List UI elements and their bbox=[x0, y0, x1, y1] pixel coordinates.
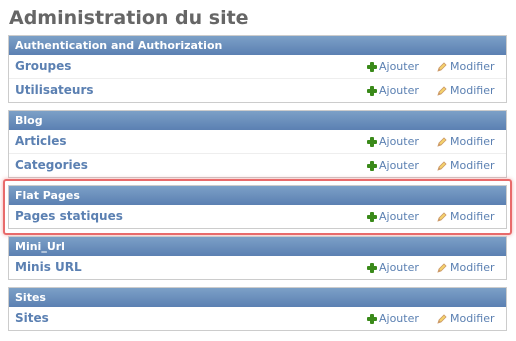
add-label: Ajouter bbox=[379, 312, 419, 325]
pencil-icon bbox=[437, 61, 447, 72]
model-link-groupes[interactable]: Groupes bbox=[15, 55, 71, 78]
plus-icon bbox=[367, 211, 377, 222]
table-row: Minis URL Ajouter Modifier bbox=[9, 256, 506, 279]
model-link-pages-statiques[interactable]: Pages statiques bbox=[15, 205, 123, 228]
model-link-articles[interactable]: Articles bbox=[15, 130, 67, 153]
add-label: Ajouter bbox=[379, 84, 419, 97]
plus-icon bbox=[367, 136, 377, 147]
table-row: Categories Ajouter Modifier bbox=[9, 154, 506, 177]
plus-icon bbox=[367, 313, 377, 324]
add-label: Ajouter bbox=[379, 159, 419, 172]
add-label: Ajouter bbox=[379, 135, 419, 148]
model-link-utilisateurs[interactable]: Utilisateurs bbox=[15, 79, 94, 102]
plus-icon bbox=[367, 160, 377, 171]
plus-icon bbox=[367, 262, 377, 273]
module-header[interactable]: Sites bbox=[9, 288, 506, 307]
module-header[interactable]: Blog bbox=[9, 111, 506, 130]
add-button[interactable]: Ajouter bbox=[367, 130, 419, 153]
change-label: Modifier bbox=[450, 135, 495, 148]
add-button[interactable]: Ajouter bbox=[367, 307, 419, 330]
page-title: Administration du site bbox=[9, 7, 249, 29]
add-label: Ajouter bbox=[379, 261, 419, 274]
table-row: Groupes Ajouter Modifier bbox=[9, 55, 506, 79]
module-sites: Sites Sites Ajouter Modifier bbox=[8, 287, 507, 331]
change-button[interactable]: Modifier bbox=[437, 55, 494, 78]
pencil-icon bbox=[437, 160, 447, 171]
change-button[interactable]: Modifier bbox=[437, 256, 494, 279]
plus-icon bbox=[367, 85, 377, 96]
change-button[interactable]: Modifier bbox=[437, 79, 494, 102]
module-mini-url: Mini_Url Minis URL Ajouter Modifier bbox=[8, 236, 507, 280]
model-link-sites[interactable]: Sites bbox=[15, 307, 49, 330]
add-label: Ajouter bbox=[379, 60, 419, 73]
table-row: Sites Ajouter Modifier bbox=[9, 307, 506, 330]
module-auth: Authentication and Authorization Groupes… bbox=[8, 35, 507, 103]
module-header[interactable]: Authentication and Authorization bbox=[9, 36, 506, 55]
pencil-icon bbox=[437, 262, 447, 273]
add-button[interactable]: Ajouter bbox=[367, 79, 419, 102]
change-label: Modifier bbox=[450, 159, 495, 172]
add-button[interactable]: Ajouter bbox=[367, 55, 419, 78]
change-label: Modifier bbox=[450, 312, 495, 325]
change-button[interactable]: Modifier bbox=[437, 154, 494, 177]
add-label: Ajouter bbox=[379, 210, 419, 223]
module-flat-pages: Flat Pages Pages statiques Ajouter Modif… bbox=[8, 185, 507, 229]
pencil-icon bbox=[437, 211, 447, 222]
pencil-icon bbox=[437, 313, 447, 324]
add-button[interactable]: Ajouter bbox=[367, 256, 419, 279]
change-button[interactable]: Modifier bbox=[437, 205, 494, 228]
change-button[interactable]: Modifier bbox=[437, 307, 494, 330]
pencil-icon bbox=[437, 136, 447, 147]
table-row: Pages statiques Ajouter Modifier bbox=[9, 205, 506, 228]
module-header[interactable]: Flat Pages bbox=[9, 186, 506, 205]
module-blog: Blog Articles Ajouter Modifier Categorie… bbox=[8, 110, 507, 178]
change-label: Modifier bbox=[450, 84, 495, 97]
table-row: Articles Ajouter Modifier bbox=[9, 130, 506, 154]
add-button[interactable]: Ajouter bbox=[367, 154, 419, 177]
change-label: Modifier bbox=[450, 210, 495, 223]
add-button[interactable]: Ajouter bbox=[367, 205, 419, 228]
model-link-categories[interactable]: Categories bbox=[15, 154, 88, 177]
plus-icon bbox=[367, 61, 377, 72]
module-header[interactable]: Mini_Url bbox=[9, 237, 506, 256]
change-label: Modifier bbox=[450, 261, 495, 274]
change-label: Modifier bbox=[450, 60, 495, 73]
model-link-minis-url[interactable]: Minis URL bbox=[15, 256, 82, 279]
pencil-icon bbox=[437, 85, 447, 96]
change-button[interactable]: Modifier bbox=[437, 130, 494, 153]
table-row: Utilisateurs Ajouter Modifier bbox=[9, 79, 506, 102]
